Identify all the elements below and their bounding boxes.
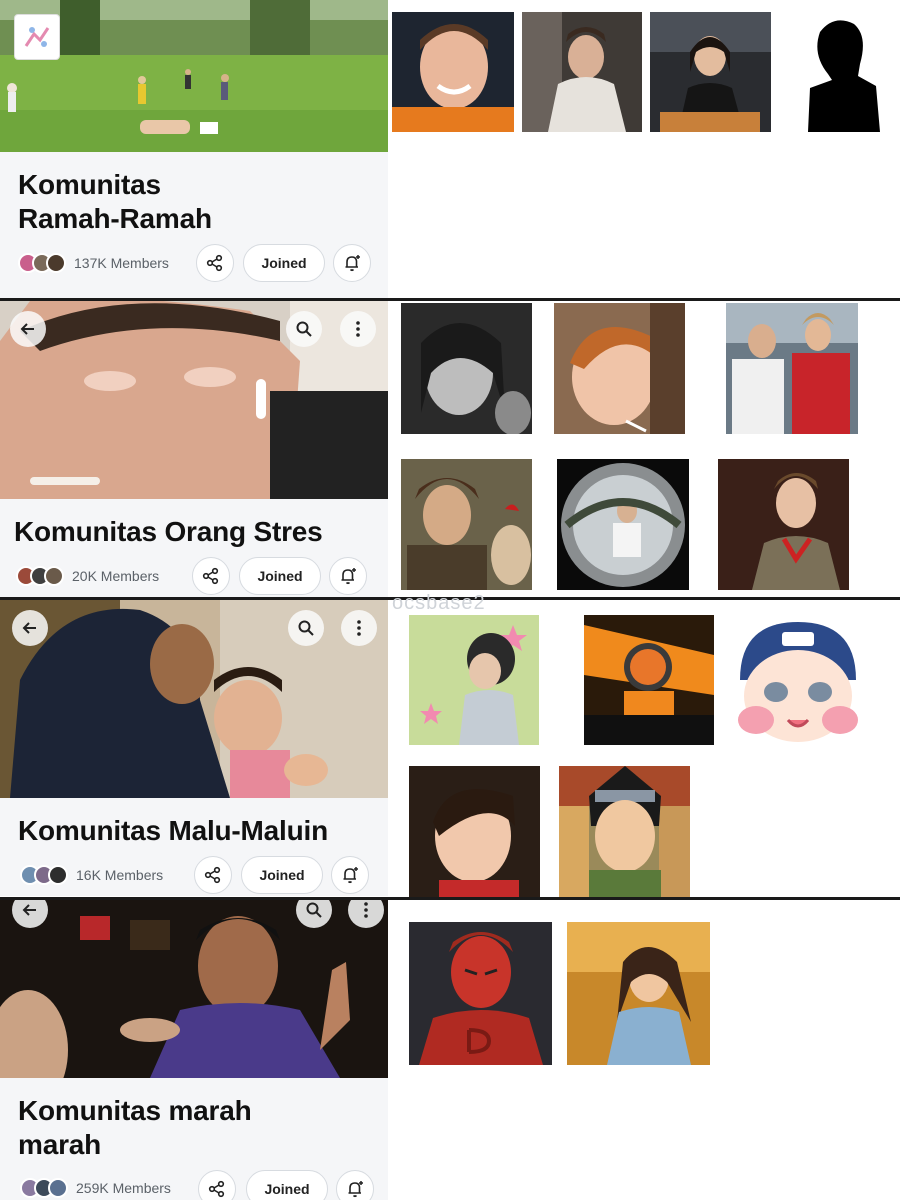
share-button[interactable]: [196, 244, 234, 282]
community-meta: 20K Members: [16, 566, 159, 586]
community-meta: 16K Members: [20, 865, 163, 885]
community-banner-3: [0, 600, 388, 798]
more-vertical-icon: [356, 321, 360, 337]
community-meta: 259K Members: [20, 1178, 171, 1198]
member-drawing-chibi: [732, 620, 862, 746]
search-button[interactable]: [286, 311, 322, 347]
member-drawing-comic-girl: [567, 922, 710, 1065]
community-title: Komunitas Orang Stres: [14, 516, 323, 547]
member-avatars: [20, 1178, 68, 1198]
member-photo-racing-driver: [392, 12, 514, 132]
joined-button[interactable]: Joined: [239, 557, 321, 595]
community-banner-4: [0, 900, 388, 1078]
notification-button[interactable]: [333, 244, 371, 282]
member-drawing-stars: [409, 615, 539, 745]
community-title: Komunitas Malu-Maluin: [18, 815, 329, 846]
joined-button[interactable]: Joined: [243, 244, 325, 282]
bell-plus-icon: [345, 255, 360, 272]
community-card-4[interactable]: Komunitas marah marah 259K Members Joine…: [0, 900, 388, 1200]
more-vertical-icon: [364, 902, 368, 918]
search-button[interactable]: [288, 610, 324, 646]
back-button[interactable]: [12, 610, 48, 646]
member-avatars: [18, 253, 66, 273]
member-photo-hoodie: [522, 12, 642, 132]
search-icon: [296, 321, 312, 337]
arrow-left-icon: [20, 323, 34, 335]
community-title: Komunitas marah marah: [18, 1095, 252, 1160]
member-drawing-ninja: [559, 766, 690, 897]
more-vertical-icon: [357, 620, 361, 636]
member-photo-boy-straw: [554, 303, 685, 434]
member-count: 20K Members: [72, 568, 160, 584]
arrow-left-icon: [22, 904, 36, 916]
member-photo-bw-woman: [401, 303, 532, 434]
arrow-left-icon: [22, 622, 36, 634]
joined-button[interactable]: Joined: [246, 1170, 328, 1200]
member-photo-boy: [409, 766, 540, 897]
person-silhouette-icon: [798, 14, 888, 134]
share-icon: [208, 1180, 225, 1198]
bell-plus-icon: [348, 1181, 363, 1198]
search-icon: [306, 902, 322, 918]
notification-button[interactable]: [331, 856, 369, 894]
share-icon: [204, 866, 221, 884]
joined-button[interactable]: Joined: [241, 856, 323, 894]
bell-plus-icon: [343, 867, 358, 884]
member-avatars: [20, 865, 68, 885]
member-count: 259K Members: [76, 1180, 171, 1196]
member-avatars: [16, 566, 64, 586]
member-count: 16K Members: [76, 867, 164, 883]
share-icon: [202, 567, 219, 585]
member-photo-drivers: [726, 303, 858, 434]
community-meta: 137K Members: [18, 253, 169, 273]
app-logo-icon: [14, 14, 60, 60]
member-drawing-red-hero: [409, 922, 552, 1065]
share-button[interactable]: [194, 856, 232, 894]
community-card-1[interactable]: Komunitas Ramah-Ramah 137K Members Joine…: [0, 0, 388, 298]
notification-button[interactable]: [336, 1170, 374, 1200]
community-banner-1: [0, 0, 388, 152]
share-button[interactable]: [198, 1170, 236, 1200]
watermark: ocsbase2: [392, 592, 486, 614]
bell-plus-icon: [341, 568, 356, 585]
community-banner-2: [0, 301, 388, 499]
community-card-2[interactable]: Komunitas Orang Stres 20K Members Joined: [0, 301, 388, 597]
community-card-3[interactable]: Komunitas Malu-Maluin 16K Members Joined: [0, 600, 388, 896]
member-photo-rooster: [401, 459, 532, 590]
notification-button[interactable]: [329, 557, 367, 595]
back-button[interactable]: [10, 311, 46, 347]
member-count: 137K Members: [74, 255, 169, 271]
community-title: Komunitas Ramah-Ramah: [18, 169, 212, 234]
member-photo-fisheye: [557, 459, 689, 590]
more-button[interactable]: [341, 610, 377, 646]
member-photo-blazer: [718, 459, 849, 590]
search-icon: [298, 620, 314, 636]
member-photo-driver-car: [584, 615, 714, 745]
member-photo-woman-eating: [650, 12, 771, 132]
share-button[interactable]: [192, 557, 230, 595]
share-icon: [206, 254, 223, 272]
more-button[interactable]: [340, 311, 376, 347]
